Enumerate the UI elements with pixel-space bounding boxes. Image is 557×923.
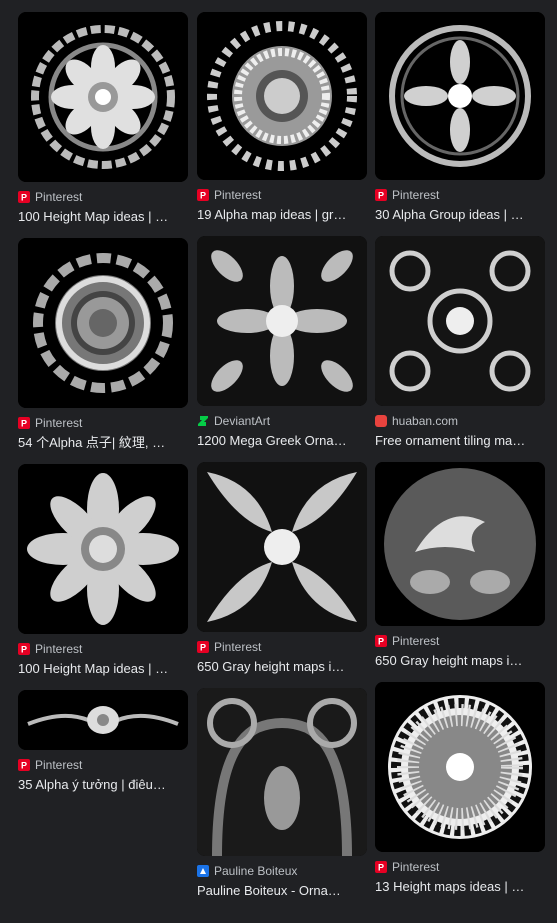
result-card[interactable]: P Pinterest 650 Gray height maps i… [197, 462, 367, 676]
result-source[interactable]: huaban.com [375, 412, 545, 430]
result-source[interactable]: P Pinterest [18, 756, 188, 774]
pinterest-icon: P [18, 191, 30, 203]
result-card[interactable]: P Pinterest 54 个Alpha 点子| 紋理, … [18, 238, 188, 452]
result-title[interactable]: 1200 Mega Greek Orna… [197, 432, 367, 450]
result-card[interactable]: P Pinterest 19 Alpha map ideas | gr… [197, 12, 367, 224]
result-title[interactable]: 13 Height maps ideas | … [375, 878, 545, 896]
result-source[interactable]: P Pinterest [375, 632, 545, 650]
result-card[interactable]: P Pinterest 35 Alpha ý tưởng | điêu… [18, 690, 188, 794]
svg-text:P: P [378, 191, 384, 201]
result-thumbnail[interactable] [197, 236, 367, 406]
result-card[interactable]: DeviantArt 1200 Mega Greek Orna… [197, 236, 367, 450]
result-source-name: Pinterest [392, 860, 440, 874]
result-source-name: Pauline Boiteux [214, 864, 298, 878]
result-source-name: DeviantArt [214, 414, 271, 428]
result-card[interactable]: P Pinterest 650 Gray height maps i… [375, 462, 545, 670]
svg-text:P: P [21, 645, 27, 655]
results-column-3: P Pinterest 30 Alpha Group ideas | … hua… [375, 12, 545, 908]
result-thumbnail[interactable] [375, 682, 545, 852]
result-thumbnail[interactable] [375, 462, 545, 626]
result-source[interactable]: DeviantArt [197, 412, 367, 430]
result-card[interactable]: P Pinterest 100 Height Map ideas | … [18, 464, 188, 678]
result-title[interactable]: 19 Alpha map ideas | gr… [197, 206, 367, 224]
result-thumbnail[interactable] [375, 236, 545, 406]
result-thumbnail[interactable] [197, 12, 367, 180]
result-source-name: Pinterest [35, 190, 83, 204]
results-column-1: P Pinterest 100 Height Map ideas | … P P… [18, 12, 188, 806]
flower-image [18, 464, 188, 634]
pinterest-icon: P [18, 417, 30, 429]
pinterest-icon: P [375, 635, 387, 647]
result-source[interactable]: P Pinterest [18, 640, 188, 658]
result-thumbnail[interactable] [18, 690, 188, 750]
result-source[interactable]: P Pinterest [375, 858, 545, 876]
mandala-image [18, 12, 188, 182]
result-source[interactable]: P Pinterest [18, 414, 188, 432]
result-card[interactable]: Pauline Boiteux Pauline Boiteux - Orna… [197, 688, 367, 900]
svg-text:P: P [200, 191, 206, 201]
result-card[interactable]: P Pinterest 13 Height maps ideas | … [375, 682, 545, 896]
greek-key-medallion-image [375, 682, 545, 852]
result-title[interactable]: Pauline Boiteux - Orna… [197, 882, 367, 900]
result-source[interactable]: P Pinterest [197, 638, 367, 656]
result-source-name: Pinterest [392, 188, 440, 202]
ornament-tile-image [375, 236, 545, 406]
result-title[interactable]: 100 Height Map ideas | … [18, 660, 188, 678]
result-thumbnail[interactable] [197, 688, 367, 856]
svg-text:P: P [21, 419, 27, 429]
result-thumbnail[interactable] [18, 238, 188, 408]
art-nouveau-image [197, 688, 367, 856]
svg-text:P: P [378, 863, 384, 873]
result-thumbnail[interactable] [18, 12, 188, 182]
result-title[interactable]: 100 Height Map ideas | … [18, 208, 188, 226]
mandala-image [18, 238, 188, 408]
result-card[interactable]: P Pinterest 30 Alpha Group ideas | … [375, 12, 545, 224]
pinterest-icon: P [375, 861, 387, 873]
result-source-name: Pinterest [35, 416, 83, 430]
huaban-icon [375, 415, 387, 427]
result-source[interactable]: P Pinterest [197, 186, 367, 204]
acanthus-cross-image [197, 462, 367, 632]
result-title[interactable]: 30 Alpha Group ideas | … [375, 206, 545, 224]
result-thumbnail[interactable] [18, 464, 188, 634]
result-source[interactable]: P Pinterest [375, 186, 545, 204]
deviantart-icon [198, 416, 208, 426]
pauline-boiteux-icon [197, 865, 209, 877]
rosette-image [197, 12, 367, 180]
circular-medallion-image [375, 12, 545, 180]
svg-text:P: P [21, 761, 27, 771]
results-column-2: P Pinterest 19 Alpha map ideas | gr… Dev… [197, 12, 367, 912]
svg-text:P: P [378, 637, 384, 647]
svg-text:P: P [200, 643, 206, 653]
result-thumbnail[interactable] [375, 12, 545, 180]
pinterest-icon: P [375, 189, 387, 201]
result-title[interactable]: Free ornament tiling ma… [375, 432, 545, 450]
result-title[interactable]: 35 Alpha ý tưởng | điêu… [18, 776, 188, 794]
result-source-name: Pinterest [214, 188, 262, 202]
result-thumbnail[interactable] [197, 462, 367, 632]
result-title[interactable]: 650 Gray height maps i… [375, 652, 545, 670]
pinterest-icon: P [18, 643, 30, 655]
pinterest-icon: P [197, 641, 209, 653]
result-source-name: Pinterest [392, 634, 440, 648]
result-source-name: huaban.com [392, 414, 459, 428]
pinterest-icon: P [197, 189, 209, 201]
result-source[interactable]: Pauline Boiteux [197, 862, 367, 880]
result-source-name: Pinterest [214, 640, 262, 654]
phoenix-medallion-image [375, 462, 545, 626]
result-title[interactable]: 650 Gray height maps i… [197, 658, 367, 676]
result-source-name: Pinterest [35, 758, 83, 772]
floral-square-image [197, 236, 367, 406]
result-source-name: Pinterest [35, 642, 83, 656]
border-ornament-image [18, 690, 188, 750]
result-source[interactable]: P Pinterest [18, 188, 188, 206]
result-title[interactable]: 54 个Alpha 点子| 紋理, … [18, 434, 188, 452]
image-results-grid: P Pinterest 100 Height Map ideas | … P P… [0, 0, 557, 923]
result-card[interactable]: huaban.com Free ornament tiling ma… [375, 236, 545, 450]
result-card[interactable]: P Pinterest 100 Height Map ideas | … [18, 12, 188, 226]
pinterest-icon: P [18, 759, 30, 771]
svg-text:P: P [21, 193, 27, 203]
